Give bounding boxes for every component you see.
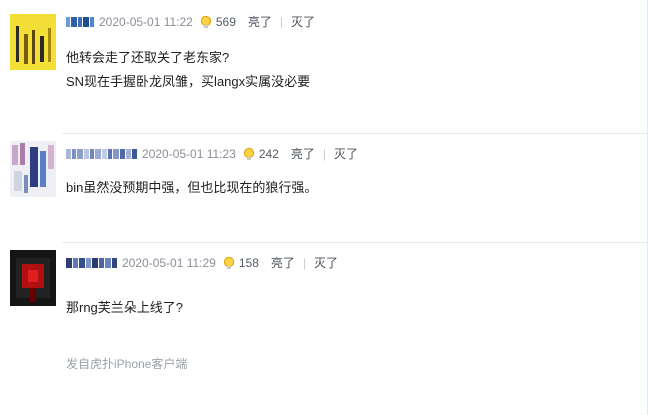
- action-separator: |: [322, 147, 327, 161]
- lightbulb-icon: [200, 15, 211, 28]
- light-button[interactable]: 亮了: [291, 146, 315, 162]
- light-button[interactable]: 亮了: [271, 255, 295, 271]
- comment-time: 2020-05-01 11:29: [122, 256, 216, 270]
- comment-divider: [62, 133, 648, 134]
- comment-line: SN现在手握卧龙凤雏，买langx实属没必要: [66, 74, 311, 89]
- comment-body: bin虽然没预期中强，但也比现在的狼行强。: [66, 176, 317, 200]
- comment-line: bin虽然没预期中强，但也比现在的狼行强。: [66, 180, 318, 195]
- comment-body: 他转会走了还取关了老东家? SN现在手握卧龙凤雏，买langx实属没必要: [66, 46, 310, 94]
- comment-divider: [62, 242, 648, 243]
- light-count: 158: [238, 256, 259, 270]
- lightbulb-icon: [243, 147, 254, 160]
- client-source[interactable]: 发自虎扑iPhone客户端: [66, 355, 187, 372]
- comment-time: 2020-05-01 11:22: [99, 15, 193, 29]
- comment-meta: 2020-05-01 11:22 569 亮了 | 灭了: [66, 14, 315, 30]
- comment-meta: 2020-05-01 11:23 242 亮了 | 灭了: [66, 146, 358, 162]
- light-count: 569: [215, 15, 236, 29]
- action-separator: |: [279, 15, 284, 29]
- username-blurred[interactable]: [66, 149, 138, 159]
- light-count: 242: [258, 147, 279, 161]
- comment-meta: 2020-05-01 11:29 158 亮了 | 灭了: [66, 255, 338, 271]
- comment-time: 2020-05-01 11:23: [142, 147, 236, 161]
- avatar[interactable]: [10, 250, 56, 306]
- dark-button[interactable]: 灭了: [314, 255, 338, 271]
- username-blurred[interactable]: [66, 17, 95, 27]
- username-blurred[interactable]: [66, 258, 118, 268]
- dark-button[interactable]: 灭了: [334, 146, 358, 162]
- comment-body: 那rng芙兰朵上线了?: [66, 296, 183, 320]
- avatar[interactable]: [10, 14, 56, 70]
- lightbulb-icon: [223, 256, 234, 269]
- comment-line: 那rng芙兰朵上线了?: [66, 300, 184, 315]
- action-separator: |: [302, 256, 307, 270]
- dark-button[interactable]: 灭了: [291, 14, 315, 30]
- comment-line: 他转会走了还取关了老东家?: [66, 50, 230, 65]
- comment-list: 2020-05-01 11:22 569 亮了 | 灭了 他转会走了还取关了老东…: [0, 0, 648, 415]
- light-button[interactable]: 亮了: [248, 14, 272, 30]
- avatar[interactable]: [10, 141, 56, 197]
